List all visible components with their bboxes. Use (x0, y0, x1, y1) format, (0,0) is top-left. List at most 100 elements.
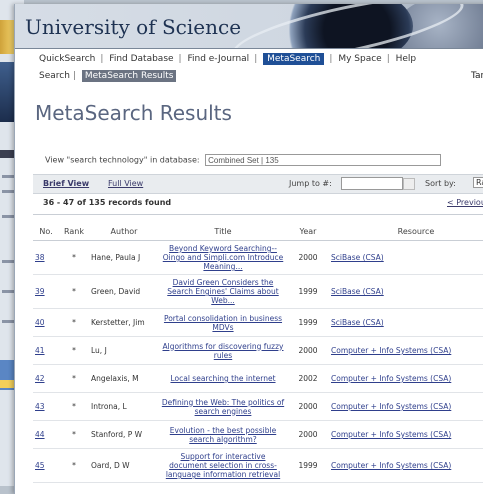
title-link[interactable]: Portal consolidation in business MDVs (164, 314, 282, 332)
author-cell: Stanford, P W (89, 420, 159, 449)
rank-cell: * (59, 392, 89, 421)
year-cell: 2002 (287, 364, 329, 393)
rank-cell: * (59, 274, 89, 309)
title-link[interactable]: Support for interactive document selecti… (166, 452, 280, 479)
sort-label: Sort by: (425, 179, 456, 188)
table-row: 38 * Hane, Paula J Beyond Keyword Search… (33, 240, 483, 275)
full-view-link[interactable]: Full View (108, 179, 143, 188)
results-count-bar: 36 - 47 of 135 records found < Previous (33, 197, 483, 210)
table-row: 45 * Oard, D W Support for interactive d… (33, 448, 483, 483)
table-row: 41 * Lu, J Algorithms for discovering fu… (33, 336, 483, 365)
title-link[interactable]: Algorithms for discovering fuzzy rules (162, 342, 283, 360)
nav-my-space[interactable]: My Space (338, 54, 381, 64)
table-header: No. Rank Author Title Year Resource (33, 226, 483, 241)
year-cell: 2000 (287, 336, 329, 365)
title-link[interactable]: Beyond Keyword Searching-- Oingo and Sim… (163, 244, 284, 271)
table-row: 44 * Stanford, P W Evolution - the best … (33, 420, 483, 449)
table-row: 39 * Green, David David Green Considers … (33, 274, 483, 309)
rank-cell: * (59, 336, 89, 365)
resource-link[interactable]: Computer + Info Systems (CSA) (331, 374, 451, 383)
site-banner: University of Science (15, 4, 483, 49)
resource-link[interactable]: Computer + Info Systems (CSA) (331, 402, 451, 411)
record-number-link[interactable]: 39 (35, 287, 45, 296)
resource-link[interactable]: SciBase (CSA) (331, 318, 384, 327)
year-cell: 2000 (287, 240, 329, 275)
author-cell: Oard, D W (89, 448, 159, 483)
author-cell: Angelaxis, M (89, 364, 159, 393)
column-header-title[interactable]: Title (159, 226, 287, 241)
resource-link[interactable]: SciBase (CSA) (331, 287, 384, 296)
results-count: 36 - 47 of 135 records found (43, 198, 172, 207)
nav-quicksearch[interactable]: QuickSearch (39, 54, 95, 64)
nav-separator: | (254, 54, 258, 64)
subnav-metasearch-results[interactable]: MetaSearch Results (81, 70, 177, 82)
rank-cell: * (59, 364, 89, 393)
site-title: University of Science (25, 15, 242, 39)
nav-separator: | (329, 54, 333, 64)
nav-metasearch[interactable]: MetaSearch (263, 53, 325, 65)
results-table: No. Rank Author Title Year Resource 38 *… (33, 226, 483, 483)
brief-view-link[interactable]: Brief View (43, 179, 89, 188)
record-number-link[interactable]: 41 (35, 346, 45, 355)
browser-window: University of Science QuickSearch | Find … (14, 4, 483, 494)
jump-label: Jump to #: (289, 179, 332, 188)
resource-link[interactable]: SciBase (CSA) (331, 253, 384, 262)
sort-select[interactable]: Ra (473, 177, 483, 188)
column-header-resource[interactable]: Resource (329, 226, 483, 241)
resource-link[interactable]: Computer + Info Systems (CSA) (331, 430, 451, 439)
column-header-author[interactable]: Author (89, 226, 159, 241)
nav-help[interactable]: Help (396, 54, 417, 64)
column-header-year[interactable]: Year (287, 226, 329, 241)
table-row: 40 * Kerstetter, Jim Portal consolidatio… (33, 308, 483, 337)
record-number-link[interactable]: 45 (35, 461, 45, 470)
resource-link[interactable]: Computer + Info Systems (CSA) (331, 461, 451, 470)
record-number-link[interactable]: 43 (35, 402, 45, 411)
nav-find-database[interactable]: Find Database (109, 54, 173, 64)
jump-input[interactable] (341, 177, 403, 190)
database-field[interactable] (205, 154, 442, 166)
column-header-rank[interactable]: Rank (59, 226, 89, 241)
query-summary: View "search technology" in database: (45, 154, 442, 166)
title-link[interactable]: Defining the Web: The politics of search… (162, 398, 284, 416)
query-label: View "search technology" in database: (45, 155, 200, 165)
year-cell: 2000 (287, 420, 329, 449)
record-number-link[interactable]: 44 (35, 430, 45, 439)
nav-separator: | (386, 54, 390, 64)
record-number-link[interactable]: 40 (35, 318, 45, 327)
column-header-no[interactable]: No. (33, 226, 59, 241)
previous-link[interactable]: < Previous (447, 198, 483, 207)
subnav-right-tab[interactable]: Tar (471, 71, 483, 81)
record-number-link[interactable]: 38 (35, 253, 45, 262)
title-link[interactable]: David Green Considers the Search Engines… (167, 278, 278, 305)
jump-go-button[interactable] (403, 178, 415, 190)
table-row: 42 * Angelaxis, M Local searching the in… (33, 364, 483, 393)
rank-cell: * (59, 240, 89, 275)
nav-separator: | (72, 71, 76, 81)
nav-separator: | (178, 54, 182, 64)
resource-link[interactable]: Computer + Info Systems (CSA) (331, 346, 451, 355)
rank-cell: * (59, 308, 89, 337)
page-title: MetaSearch Results (35, 101, 232, 125)
year-cell: 2000 (287, 392, 329, 421)
divider (33, 214, 483, 215)
rank-cell: * (59, 448, 89, 483)
subnav: Search | MetaSearch Results (39, 70, 177, 82)
author-cell: Lu, J (89, 336, 159, 365)
author-cell: Introna, L (89, 392, 159, 421)
year-cell: 1999 (287, 448, 329, 483)
table-row: 43 * Introna, L Defining the Web: The po… (33, 392, 483, 421)
author-cell: Kerstetter, Jim (89, 308, 159, 337)
view-toolbar: Brief View Full View Jump to #: Sort by:… (33, 174, 483, 194)
nav-find-ejournal[interactable]: Find e-Journal (187, 54, 249, 64)
year-cell: 1999 (287, 274, 329, 309)
main-nav: QuickSearch | Find Database | Find e-Journ… (39, 53, 418, 65)
subnav-search[interactable]: Search (39, 71, 70, 81)
author-cell: Green, David (89, 274, 159, 309)
nav-separator: | (100, 54, 104, 64)
year-cell: 1999 (287, 308, 329, 337)
title-link[interactable]: Evolution - the best possible search alg… (170, 426, 276, 444)
rank-cell: * (59, 420, 89, 449)
author-cell: Hane, Paula J (89, 240, 159, 275)
title-link[interactable]: Local searching the internet (170, 374, 275, 383)
record-number-link[interactable]: 42 (35, 374, 45, 383)
